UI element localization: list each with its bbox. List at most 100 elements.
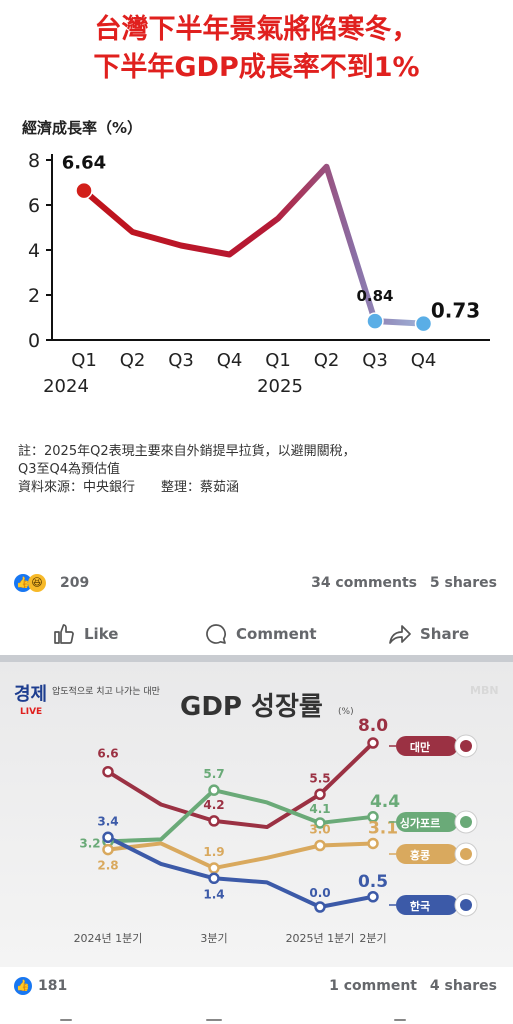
data-point xyxy=(314,839,326,852)
share-arrow-icon xyxy=(389,625,411,644)
gdp-title: GDP 성장률 xyxy=(180,692,323,722)
year-label: 2024 xyxy=(43,376,89,397)
data-point xyxy=(367,737,379,749)
data-label: 0.73 xyxy=(431,299,480,323)
y-tick-label: 2 xyxy=(28,285,40,307)
data-point xyxy=(314,788,326,800)
logo-live: LIVE xyxy=(20,707,42,717)
reaction-icons[interactable]: 👍😆 xyxy=(14,574,46,592)
data-label: 6.6 xyxy=(97,747,118,761)
like-button[interactable]: Like xyxy=(52,622,118,646)
haha-reaction-icon: 😆 xyxy=(28,574,46,592)
gdp-unit: (%) xyxy=(338,707,354,717)
data-label: 6.64 xyxy=(62,153,106,174)
data-label: 2.8 xyxy=(97,859,118,873)
like-reaction-icon: 👍 xyxy=(14,977,32,995)
ticker-text: 압도적으로 치고 나가는 대만 xyxy=(52,685,160,697)
data-label: 0.5 xyxy=(358,872,388,892)
share-button[interactable]: Share xyxy=(388,622,469,646)
post-actions: Like Comment Share xyxy=(0,612,513,652)
reaction-icons-2[interactable]: 👍 xyxy=(14,977,32,995)
share-button-2[interactable] xyxy=(394,1019,406,1021)
post-actions-2 xyxy=(0,1016,513,1024)
headline-line2: 下半年GDP成長率不到1% xyxy=(93,52,420,83)
legend-label: 홍콩 xyxy=(410,848,430,862)
legend-label: 한국 xyxy=(410,899,430,913)
like-label: Like xyxy=(84,625,119,643)
comment-label: Comment xyxy=(236,625,317,643)
comments-count-2[interactable]: 1 comment xyxy=(329,978,417,994)
flag-emblem xyxy=(460,848,472,860)
note-line2: Q3至Q4為預估值 xyxy=(18,462,121,477)
data-label: 1.4 xyxy=(203,887,224,901)
growth-rate-chart: 經濟成長率（%） 02468 Q1 Q2 Q3 Q4 Q1 Q2 Q3 Q42024 2025 … xyxy=(22,119,490,397)
data-label: 3.2 xyxy=(79,836,100,850)
x-tick-label: Q3 xyxy=(168,350,194,371)
y-tick-label: 6 xyxy=(28,195,40,217)
data-label: 0.84 xyxy=(356,287,393,305)
flag-emblem xyxy=(460,899,472,911)
share-label: Share xyxy=(420,625,470,643)
x-tick-label: 2024년 1분기 xyxy=(74,932,143,945)
legend-label: 싱가포르 xyxy=(400,816,440,830)
x-tick-label: Q2 xyxy=(314,350,340,371)
x-tick-label: Q1 xyxy=(265,350,291,371)
x-tick-label: Q1 xyxy=(71,350,97,371)
data-label: 8.0 xyxy=(358,716,388,736)
thumbs-up-icon xyxy=(54,624,74,644)
data-point xyxy=(208,784,220,796)
data-point xyxy=(314,901,326,913)
x-tick-label: 3분기 xyxy=(200,932,227,945)
x-tick-label: 2025년 1분기 xyxy=(286,932,355,945)
series-line xyxy=(106,741,375,830)
reaction-bar-2: 👍 181 1 comment 4 shares xyxy=(0,975,513,999)
gdp-growth-chart: 경제 LIVE 압도적으로 치고 나가는 대만 MBN GDP 성장률 (%) … xyxy=(14,684,499,945)
year-label: 2025 xyxy=(257,376,303,397)
x-tick-label: 2분기 xyxy=(359,932,386,945)
chart-note: 註：2025年Q2表現主要來自外銷提早拉貨，以避開關稅， Q3至Q4為預估值 資… xyxy=(18,443,356,497)
y-tick-label: 0 xyxy=(28,330,40,352)
tv-chart-image[interactable]: 경제 LIVE 압도적으로 치고 나가는 대만 MBN GDP 성장률 (%) … xyxy=(0,662,513,967)
data-label: 5.5 xyxy=(309,771,330,785)
reaction-count-2[interactable]: 181 xyxy=(38,978,67,994)
series-line xyxy=(107,835,374,909)
x-tick-label: Q3 xyxy=(362,350,388,371)
data-point xyxy=(75,181,93,200)
data-label: 4.2 xyxy=(203,798,224,812)
data-point xyxy=(102,831,114,844)
flag-emblem xyxy=(460,740,472,752)
x-tick-label: Q4 xyxy=(217,350,243,371)
data-point xyxy=(102,765,114,778)
data-point xyxy=(102,843,114,856)
data-label: 3.0 xyxy=(309,823,330,837)
data-label: 3.4 xyxy=(97,814,118,828)
legend-label: 대만 xyxy=(410,740,430,754)
x-tick-label: Q2 xyxy=(120,350,146,371)
y-tick-label: 8 xyxy=(28,150,40,172)
data-point xyxy=(366,312,384,330)
chart-title: 經濟成長率（%） xyxy=(22,119,142,137)
headline-line1: 台灣下半年景氣將陷寒冬， xyxy=(94,14,419,45)
reaction-count[interactable]: 209 xyxy=(60,575,89,591)
note-line1: 註：2025年Q2表現主要來自外銷提早拉貨，以避開關稅， xyxy=(18,444,356,459)
data-point xyxy=(367,837,379,850)
comment-bubble-icon xyxy=(206,624,226,644)
data-point xyxy=(208,815,220,827)
data-label: 1.9 xyxy=(203,845,224,859)
comments-count[interactable]: 34 comments xyxy=(311,575,417,591)
comment-button-2[interactable] xyxy=(206,1019,222,1021)
x-tick-label: Q4 xyxy=(411,350,437,371)
comment-button[interactable]: Comment xyxy=(204,622,317,646)
shares-count-2[interactable]: 4 shares xyxy=(430,978,497,994)
data-label: 5.7 xyxy=(203,767,224,781)
data-point xyxy=(367,891,379,903)
like-button-2[interactable] xyxy=(60,1019,72,1021)
data-label: 0.0 xyxy=(309,886,330,900)
y-tick-label: 4 xyxy=(28,240,40,262)
data-point xyxy=(208,862,220,874)
logo-text: 경제 xyxy=(14,684,47,705)
data-label: 4.1 xyxy=(309,802,330,816)
data-label: 4.4 xyxy=(370,792,400,812)
broadcaster-logo: MBN xyxy=(470,684,499,697)
shares-count[interactable]: 5 shares xyxy=(430,575,497,591)
